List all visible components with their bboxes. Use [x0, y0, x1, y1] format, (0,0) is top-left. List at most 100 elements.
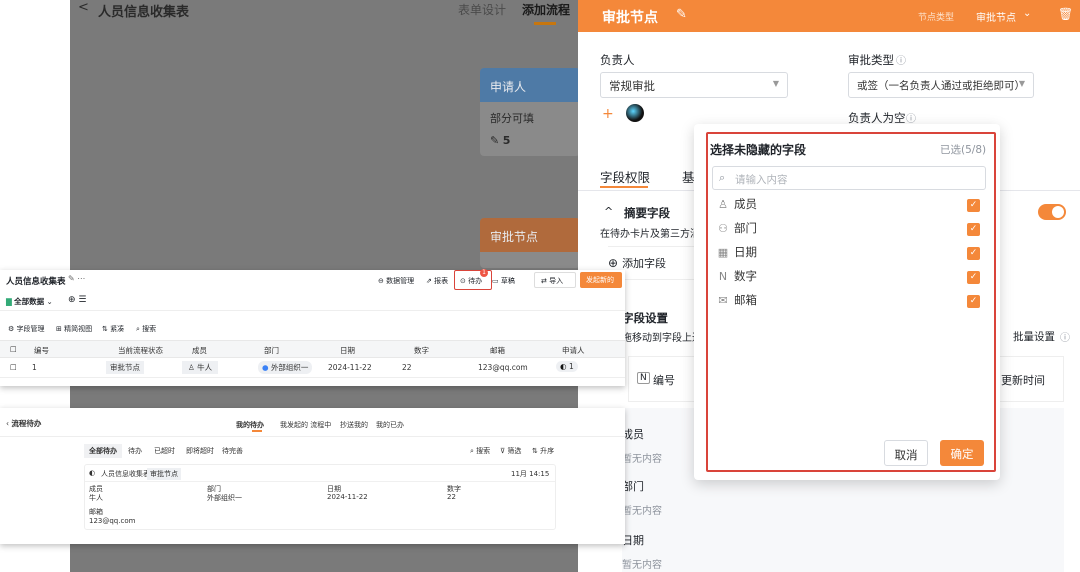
cancel-button[interactable]: 取消	[884, 440, 928, 466]
todo-card[interactable]: ◐ 人员信息收集表 审批节点 11月 14:15 成员 牛人 部门 外部组织一 …	[84, 464, 556, 530]
caret-icon: ▼	[1018, 79, 1025, 88]
owner-select[interactable]: 常规审批 ▼	[600, 72, 788, 98]
divider	[0, 436, 625, 437]
filter-all[interactable]: 全部待办	[84, 444, 122, 458]
view-select[interactable]: ▇ 全部数据 ⌄	[6, 296, 53, 307]
help-icon[interactable]: ⓘ	[906, 110, 916, 125]
col-header[interactable]: 邮箱	[490, 345, 505, 356]
collapse-icon[interactable]: ^	[604, 205, 613, 218]
report-button[interactable]: ⇗ 报表	[426, 276, 448, 286]
select-all-checkbox[interactable]: ☐	[10, 345, 17, 354]
summary-toggle[interactable]	[1038, 204, 1066, 220]
field-settings-label: 字段设置	[622, 311, 668, 325]
summary-label: 摘要字段	[624, 206, 670, 220]
tab-done[interactable]: 我的已办	[376, 420, 404, 430]
tab-form-design[interactable]: 表单设计	[458, 1, 506, 18]
col-header[interactable]: 当前流程状态	[118, 345, 163, 356]
checkbox-checked[interactable]: ✓	[967, 223, 980, 236]
edit-title-icon[interactable]: ✎	[676, 7, 687, 22]
checkbox-checked[interactable]: ✓	[967, 199, 980, 212]
help-icon[interactable]: ⓘ	[1060, 329, 1070, 344]
field-number: 编号	[653, 374, 675, 387]
search-button[interactable]: ⌕ 搜索	[136, 324, 156, 334]
filter-button[interactable]: ⊽ 筛选	[500, 446, 521, 456]
col-header[interactable]: 部门	[264, 345, 279, 356]
search-input[interactable]: ⌕ 请输入内容	[712, 166, 986, 190]
field-option-email[interactable]: ✉ 邮箱 ✓	[716, 292, 986, 312]
todo-button[interactable]: ⊙ 待办 1	[454, 269, 492, 290]
field-option-date[interactable]: ▦ 日期 ✓	[716, 244, 986, 264]
number-icon: N	[718, 270, 728, 283]
chevron-down-icon[interactable]: ⌄	[1023, 8, 1031, 19]
batch-settings-link[interactable]: 批量设置	[1013, 329, 1055, 344]
card-title: 人员信息收集表	[101, 470, 150, 478]
tab-underline	[600, 186, 648, 188]
todo-screenshot: ‹ 流程待办 我的待办 我发起的 流程中 抄送我的 我的已办 全部待办 待办 已…	[0, 408, 625, 544]
tab-initiated[interactable]: 我发起的 流程中	[280, 420, 331, 430]
checkbox-checked[interactable]: ✓	[967, 271, 980, 284]
new-button[interactable]: 发起新的	[580, 272, 622, 288]
flow-card-applicant[interactable]: 申请人 部分可填 ✎ 5	[480, 68, 580, 156]
editor-header: < 人员信息收集表 表单设计 添加流程	[70, 0, 580, 25]
tab-my-todo[interactable]: 我的待办	[236, 420, 264, 430]
flow-card-approve[interactable]: 审批节点	[480, 218, 580, 268]
field-row-name: 日期	[622, 534, 644, 547]
row-checkbox[interactable]: ☐	[10, 363, 17, 372]
tab-cc[interactable]: 抄送我的	[340, 420, 368, 430]
import-button[interactable]: ⇄ 导入	[534, 272, 576, 288]
back-button[interactable]: ‹ 流程待办	[6, 418, 41, 429]
field-option-number[interactable]: N 数字 ✓	[716, 268, 986, 288]
more-icon[interactable]: ✎ ⋯	[68, 274, 85, 283]
cell-number-value: 22	[402, 363, 412, 372]
density-button[interactable]: ⇅ 紧凑	[102, 324, 124, 334]
col-header[interactable]: 编号	[34, 345, 49, 356]
table-row[interactable]: ☐ 1 审批节点 ♙ 牛人 ● 外部组织一 2024-11-22 22 123@…	[0, 358, 625, 378]
back-icon[interactable]: <	[78, 0, 89, 15]
selected-count: 已选(5/8)	[940, 144, 987, 156]
search-button[interactable]: ⌕ 搜索	[470, 446, 490, 456]
checkbox-checked[interactable]: ✓	[967, 295, 980, 308]
col-header[interactable]: 日期	[340, 345, 355, 356]
add-owner-icon[interactable]: +	[602, 106, 614, 122]
field-manage-button[interactable]: ⚙ 字段管理	[8, 324, 45, 334]
filter-incomplete[interactable]: 待完善	[222, 446, 243, 456]
node-type-select[interactable]: 审批节点	[976, 9, 1016, 24]
delete-icon[interactable]: 🗑	[1058, 7, 1073, 21]
help-icon[interactable]: ⓘ	[896, 52, 906, 67]
filter-soon[interactable]: 即将超时	[186, 446, 214, 456]
draft-button[interactable]: ▭ 草稿	[492, 276, 515, 286]
search-placeholder: 请输入内容	[735, 174, 788, 186]
ss1-title: 人员信息收集表	[6, 277, 66, 287]
col-header[interactable]: 成员	[192, 345, 207, 356]
sort-button[interactable]: ⇅ 升序	[532, 446, 554, 456]
status-badge: 审批节点	[106, 361, 144, 374]
field-option-member[interactable]: ♙ 成员 ✓	[716, 196, 986, 216]
divider	[0, 310, 625, 311]
confirm-button[interactable]: 确定	[940, 440, 984, 466]
add-view-icon[interactable]: ⊕ ☰	[68, 295, 86, 305]
tab-field-permission[interactable]: 字段权限	[600, 167, 650, 186]
applicant-tag: ◐ 1	[556, 361, 578, 372]
tab-underline	[252, 430, 262, 432]
filter-overdue[interactable]: 已超时	[154, 446, 175, 456]
col-header[interactable]: 数字	[414, 345, 429, 356]
search-icon: ⌕	[719, 171, 726, 184]
col-header[interactable]: 申请人	[562, 345, 585, 356]
panel-header: 审批节点 ✎ 节点类型 审批节点 ⌄ 🗑	[578, 0, 1080, 32]
compact-view-button[interactable]: ⊞ 精简视图	[56, 324, 92, 334]
filter-todo[interactable]: 待办	[128, 446, 142, 456]
data-manage-button[interactable]: ⊖ 数据管理	[378, 276, 414, 286]
number-icon: N	[637, 372, 650, 384]
field-select-dropdown: 选择未隐藏的字段 已选(5/8) ⌕ 请输入内容 ♙ 成员 ✓ ⚇ 部门 ✓ ▦ 日期 ✓ …	[694, 124, 1000, 480]
field-value: 22	[447, 493, 456, 501]
cell-email: 123@qq.com	[478, 363, 528, 372]
field-row-value: 暂无内容	[622, 560, 662, 571]
checkbox-checked[interactable]: ✓	[967, 247, 980, 260]
tab-add-flow[interactable]: 添加流程	[522, 1, 570, 18]
approve-type-select[interactable]: 或签（一名负责人通过或拒绝即可） ▼	[848, 72, 1034, 98]
avatar: ◐	[89, 469, 96, 477]
org-icon: ⚇	[718, 222, 728, 235]
field-option-department[interactable]: ⚇ 部门 ✓	[716, 220, 986, 240]
tab-basic[interactable]: 基	[682, 167, 695, 186]
cell-date: 2024-11-22	[328, 363, 372, 372]
